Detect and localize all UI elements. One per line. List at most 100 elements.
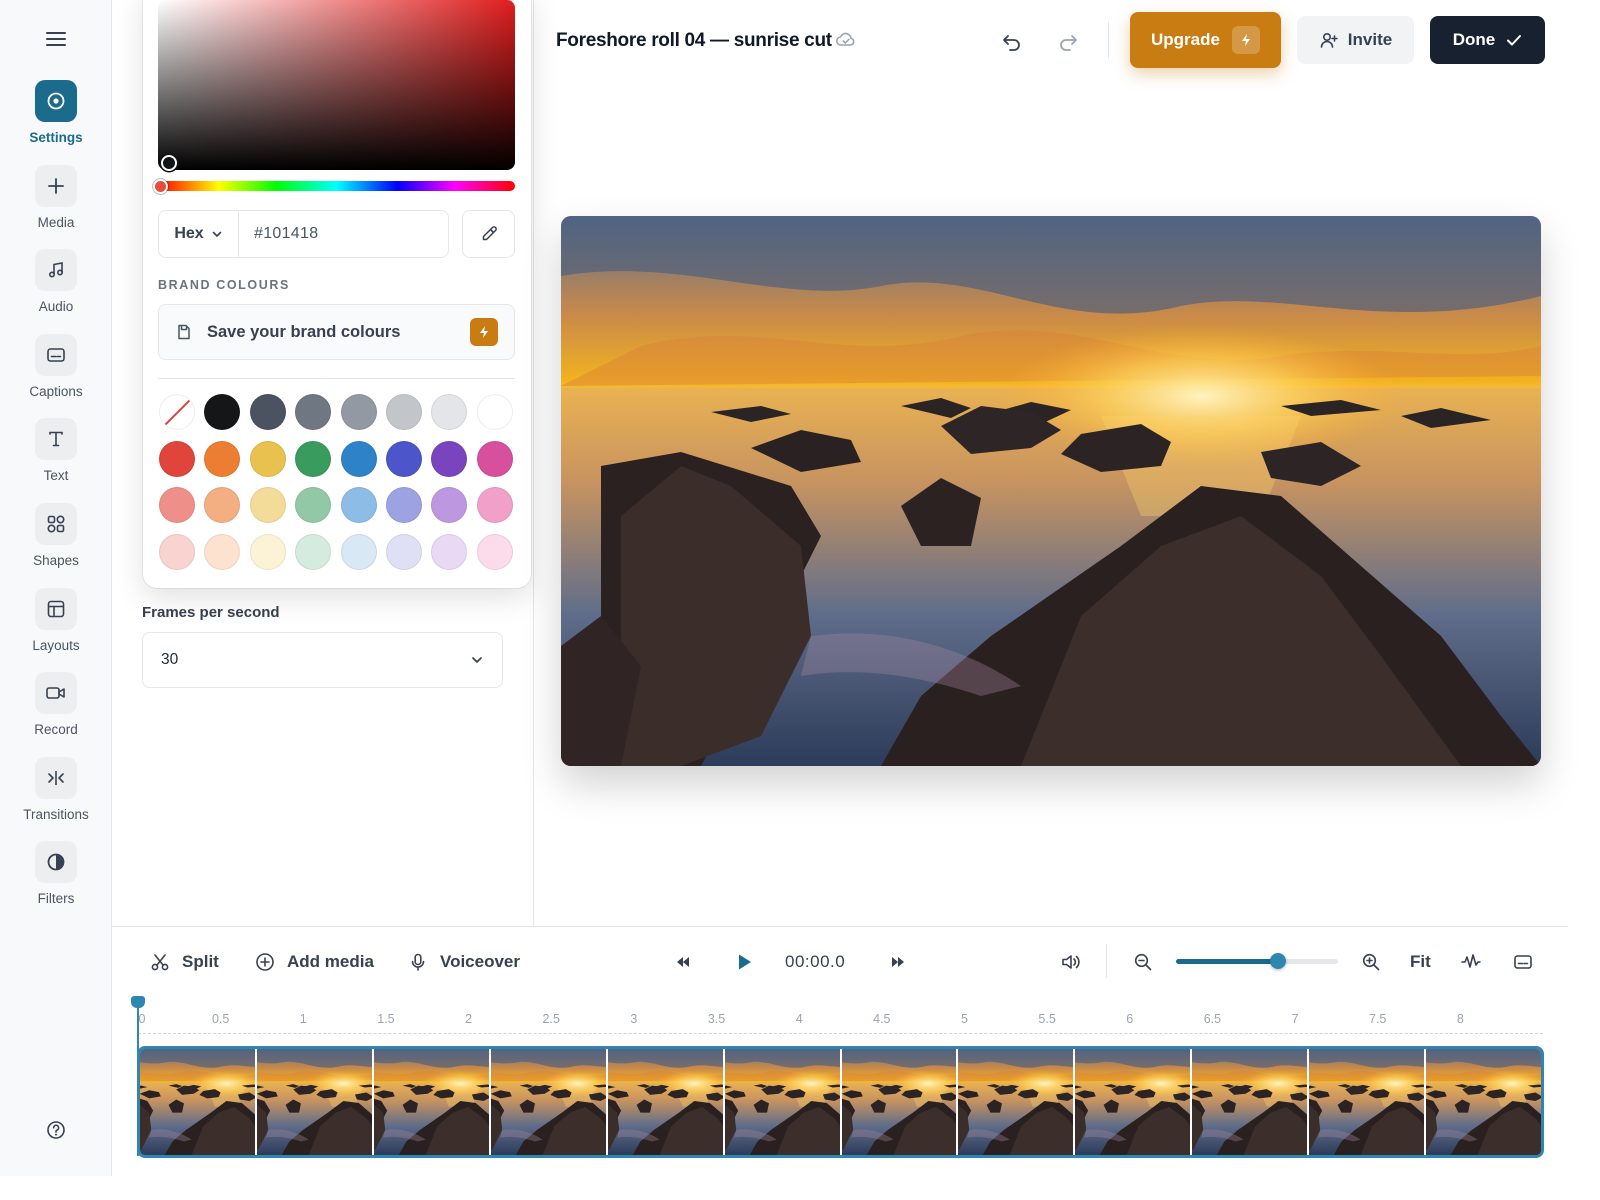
color-swatch[interactable] [249, 440, 286, 477]
save-brand-colours-button[interactable]: Save your brand colours [158, 304, 515, 360]
color-swatch[interactable] [204, 487, 241, 523]
rail-item-settings[interactable]: Settings [0, 80, 112, 145]
fps-value: 30 [161, 651, 179, 668]
zoom-in-icon[interactable] [1357, 948, 1385, 976]
clip-frame-thumbnail [1309, 1049, 1427, 1155]
color-swatch[interactable] [385, 440, 422, 477]
color-swatch[interactable] [340, 394, 377, 430]
rail-item-filters[interactable]: Filters [0, 841, 112, 906]
color-swatch[interactable] [204, 533, 241, 570]
video-clip-track[interactable] [137, 1046, 1544, 1158]
clip-frame-thumbnail [841, 1049, 959, 1155]
project-title[interactable]: Foreshore roll 04 — sunrise cut [556, 30, 832, 52]
camera-icon [35, 672, 77, 714]
timeline-ruler[interactable]: 0 0.5 1 1.5 2 2.5 3 3.5 4 4.5 5 5.5 6 6.5 7 7.5 8 [138, 1010, 1543, 1034]
hamburger-menu-icon[interactable] [36, 22, 76, 56]
rail-item-media[interactable]: Media [0, 165, 112, 230]
color-swatch[interactable] [249, 487, 286, 523]
color-swatch[interactable] [476, 487, 513, 523]
no-color-swatch[interactable] [159, 394, 195, 430]
eyedropper-icon [482, 226, 497, 241]
plus-circle-icon [256, 953, 274, 971]
color-swatch[interactable] [476, 533, 513, 570]
add-media-button[interactable]: Add media [255, 950, 374, 974]
rail-item-label: Captions [29, 384, 83, 399]
upgrade-button[interactable]: Upgrade [1130, 12, 1281, 68]
color-swatch[interactable] [249, 533, 286, 570]
color-swatch[interactable] [295, 440, 332, 477]
rail-item-audio[interactable]: Audio [0, 249, 112, 314]
hex-value-input[interactable]: #101418 [239, 225, 318, 243]
fit-button[interactable]: Fit [1410, 952, 1431, 972]
color-swatch[interactable] [431, 487, 468, 523]
color-swatch[interactable] [385, 394, 422, 430]
hue-slider[interactable] [158, 181, 515, 191]
color-swatch[interactable] [385, 533, 422, 570]
color-swatch[interactable] [295, 487, 332, 523]
split-label: Split [182, 952, 219, 971]
color-swatch[interactable] [204, 394, 241, 430]
help-icon[interactable] [36, 1110, 76, 1150]
rail-item-record[interactable]: Record [0, 672, 112, 737]
color-swatch[interactable] [431, 533, 468, 570]
ruler-tick: 3.5 [707, 1012, 726, 1026]
redo-icon[interactable] [1052, 26, 1084, 58]
contrast-icon [35, 841, 77, 883]
saturation-area[interactable] [158, 0, 515, 170]
captions-icon [35, 334, 77, 376]
color-swatch[interactable] [431, 440, 468, 477]
rail-item-layouts[interactable]: Layouts [0, 588, 112, 653]
waveform-icon[interactable] [1457, 948, 1485, 976]
saturation-handle[interactable] [161, 155, 177, 171]
color-swatch[interactable] [204, 440, 241, 477]
color-swatch[interactable] [159, 533, 195, 570]
rail-item-transitions[interactable]: Transitions [0, 757, 112, 822]
eyedropper-button[interactable] [462, 210, 515, 258]
color-swatch[interactable] [476, 440, 513, 477]
clip-frame-thumbnail [958, 1049, 1076, 1155]
invite-button[interactable]: Invite [1297, 16, 1414, 64]
zoom-out-icon[interactable] [1129, 948, 1157, 976]
volume-icon[interactable] [1057, 948, 1085, 976]
picker-divider [158, 378, 515, 379]
fast-forward-icon[interactable] [884, 948, 912, 976]
split-button[interactable]: Split [150, 950, 219, 974]
playhead-handle[interactable] [131, 996, 145, 1008]
rail-item-label: Audio [38, 299, 74, 314]
lightning-icon [1231, 26, 1260, 54]
invite-label: Invite [1347, 30, 1393, 49]
rail-item-text[interactable]: Text [0, 418, 112, 483]
clip-frame-thumbnail [1192, 1049, 1310, 1155]
zoom-slider[interactable] [1176, 959, 1338, 964]
voiceover-button[interactable]: Voiceover [408, 950, 520, 974]
clip-frame-thumbnail [490, 1049, 608, 1155]
color-swatch[interactable] [431, 394, 468, 430]
undo-icon[interactable] [996, 26, 1028, 58]
clip-frame-thumbnail [1075, 1049, 1193, 1155]
color-swatch[interactable] [159, 487, 195, 523]
rail-item-shapes[interactable]: Shapes [0, 503, 112, 568]
color-swatch[interactable] [295, 394, 332, 430]
video-preview[interactable] [561, 216, 1541, 766]
ruler-tick: 7.5 [1369, 1012, 1387, 1026]
color-swatch[interactable] [340, 487, 377, 523]
fps-select[interactable]: 30 [142, 632, 503, 688]
color-swatch[interactable] [159, 440, 195, 477]
color-swatch[interactable] [385, 487, 422, 523]
hue-handle[interactable] [153, 179, 168, 194]
rewind-icon[interactable] [669, 948, 697, 976]
color-swatch[interactable] [340, 440, 377, 477]
color-picker-popover: Hex #101418 BRAND COLOURS Save your bran… [143, 0, 531, 588]
check-icon [1507, 35, 1522, 46]
color-swatch[interactable] [295, 533, 332, 570]
done-button[interactable]: Done [1430, 16, 1545, 64]
play-icon[interactable] [730, 948, 758, 976]
color-swatch[interactable] [476, 394, 513, 430]
color-mode-dropdown[interactable]: Hex [159, 211, 239, 257]
captions-track-icon[interactable] [1509, 948, 1537, 976]
rail-item-captions[interactable]: Captions [0, 334, 112, 399]
color-swatch[interactable] [340, 533, 377, 570]
color-swatch[interactable] [249, 394, 286, 430]
rail-item-label: Layouts [32, 638, 80, 653]
zoom-slider-handle[interactable] [1270, 953, 1287, 969]
